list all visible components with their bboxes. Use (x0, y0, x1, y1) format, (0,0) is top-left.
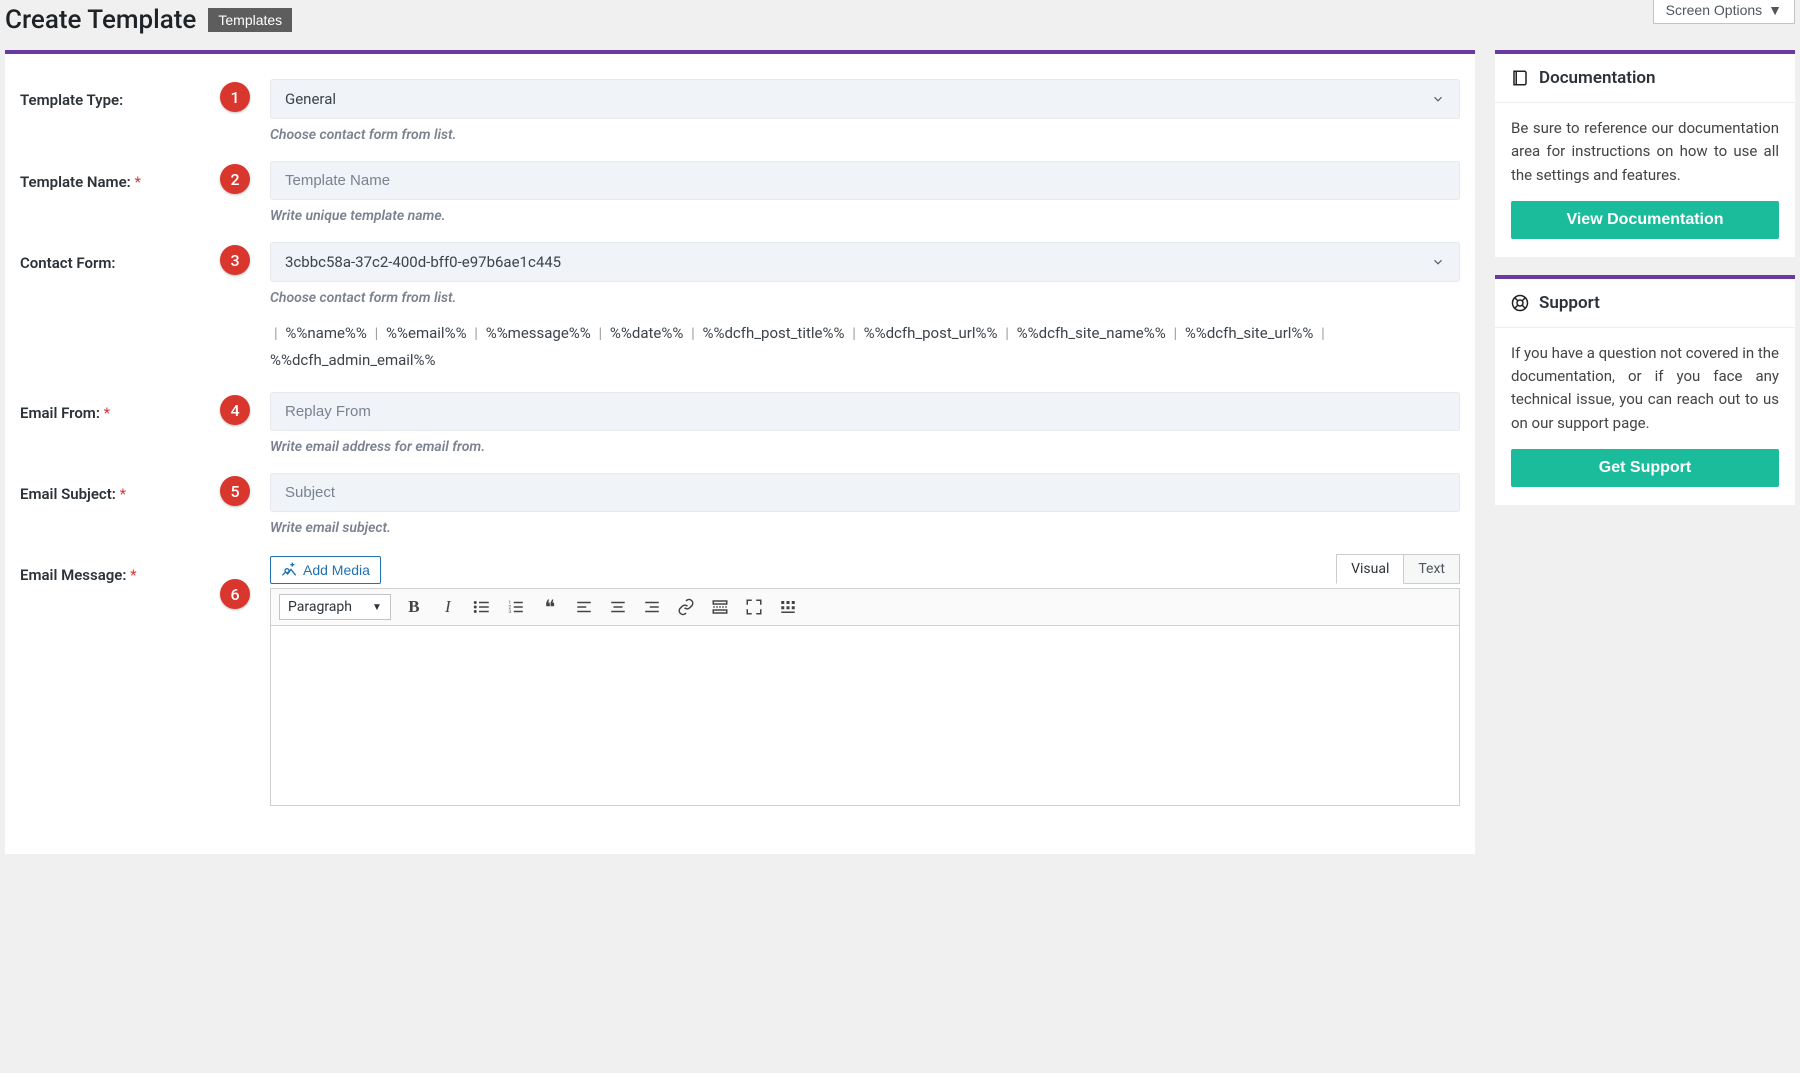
row-contact-form: Contact Form: 3 3cbbc58a-37c2-400d-bff0-… (20, 242, 1460, 374)
required-marker: * (130, 566, 136, 584)
svg-text:3: 3 (508, 609, 511, 615)
book-icon (1511, 69, 1529, 87)
badge-2: 2 (220, 164, 250, 194)
read-more-button[interactable] (709, 596, 731, 618)
support-text: If you have a question not covered in th… (1511, 342, 1779, 435)
merge-token: %%dcfh_site_name%% (1017, 324, 1166, 342)
merge-token: %%dcfh_post_title%% (703, 324, 845, 342)
hint-email-from: Write email address for email from. (270, 439, 1460, 455)
paragraph-select[interactable]: Paragraph ▼ (279, 594, 391, 620)
support-box: Support If you have a question not cover… (1495, 275, 1795, 505)
chevron-down-icon (1431, 255, 1445, 269)
merge-token: %%email%% (386, 324, 467, 342)
merge-token: %%message%% (486, 324, 591, 342)
label-contact-form: Contact Form: (20, 242, 200, 374)
bold-button[interactable]: B (403, 596, 425, 618)
get-support-button[interactable]: Get Support (1511, 449, 1779, 487)
badge-4: 4 (220, 395, 250, 425)
hint-contact-form: Choose contact form from list. (270, 290, 1460, 306)
numbered-list-button[interactable]: 123 (505, 596, 527, 618)
email-subject-input[interactable] (285, 484, 1445, 501)
lifebuoy-icon (1511, 294, 1529, 312)
editor-toolbar: Paragraph ▼ B I 123 ❝ (270, 588, 1460, 626)
editor-tab-visual[interactable]: Visual (1336, 554, 1404, 584)
blockquote-button[interactable]: ❝ (539, 596, 561, 618)
row-email-from: Email From: * 4 Write email address for … (20, 392, 1460, 455)
label-email-from: Email From: (20, 404, 100, 422)
documentation-text: Be sure to reference our documentation a… (1511, 117, 1779, 187)
hint-template-type: Choose contact form from list. (270, 127, 1460, 143)
merge-token: %%dcfh_admin_email%% (270, 351, 436, 369)
template-type-value: General (285, 90, 336, 108)
page-header: Create Template Templates Screen Options… (5, 0, 1795, 50)
badge-3: 3 (220, 245, 250, 275)
editor-content-area[interactable] (270, 626, 1460, 806)
align-left-button[interactable] (573, 596, 595, 618)
editor-tab-text[interactable]: Text (1404, 554, 1460, 584)
label-email-message: Email Message: (20, 566, 126, 584)
template-name-input[interactable] (285, 172, 1445, 189)
screen-options-label: Screen Options (1666, 2, 1763, 18)
add-media-label: Add Media (303, 562, 370, 578)
template-type-select[interactable]: General (270, 79, 1460, 119)
label-template-name: Template Name: (20, 173, 131, 191)
row-template-type: Template Type: 1 General Choose contact … (20, 79, 1460, 143)
required-marker: * (134, 173, 140, 191)
add-media-button[interactable]: Add Media (270, 556, 381, 584)
view-documentation-button[interactable]: View Documentation (1511, 201, 1779, 239)
badge-1: 1 (220, 82, 250, 112)
chevron-down-icon (1431, 92, 1445, 106)
badge-6: 6 (220, 579, 250, 609)
required-marker: * (104, 404, 110, 422)
contact-form-value: 3cbbc58a-37c2-400d-bff0-e97b6ae1c445 (285, 253, 561, 271)
italic-button[interactable]: I (437, 596, 459, 618)
row-email-message: Email Message: * 6 Add Media Visual (20, 554, 1460, 806)
merge-token: %%dcfh_post_url%% (864, 324, 998, 342)
merge-token: %%dcfh_site_url%% (1185, 324, 1314, 342)
templates-button[interactable]: Templates (208, 8, 292, 32)
page-title: Create Template (5, 5, 196, 35)
support-title: Support (1539, 293, 1600, 313)
screen-options-button[interactable]: Screen Options ▼ (1653, 0, 1795, 24)
merge-token: %%date%% (610, 324, 683, 342)
media-icon (281, 562, 297, 578)
documentation-title: Documentation (1539, 68, 1656, 88)
label-template-type: Template Type: (20, 79, 200, 143)
email-from-input[interactable] (285, 403, 1445, 420)
link-button[interactable] (675, 596, 697, 618)
paragraph-value: Paragraph (288, 599, 352, 615)
main-form-panel: Template Type: 1 General Choose contact … (5, 50, 1475, 854)
badge-5: 5 (220, 476, 250, 506)
fullscreen-button[interactable] (743, 596, 765, 618)
label-email-subject: Email Subject: (20, 485, 116, 503)
row-template-name: Template Name: * 2 Write unique template… (20, 161, 1460, 224)
documentation-box: Documentation Be sure to reference our d… (1495, 50, 1795, 257)
hint-email-subject: Write email subject. (270, 520, 1460, 536)
chevron-down-icon: ▼ (1768, 2, 1782, 18)
chevron-down-icon: ▼ (372, 602, 382, 613)
hint-template-name: Write unique template name. (270, 208, 1460, 224)
toolbar-toggle-button[interactable] (777, 596, 799, 618)
row-email-subject: Email Subject: * 5 Write email subject. (20, 473, 1460, 536)
contact-form-select[interactable]: 3cbbc58a-37c2-400d-bff0-e97b6ae1c445 (270, 242, 1460, 282)
align-right-button[interactable] (641, 596, 663, 618)
bullet-list-button[interactable] (471, 596, 493, 618)
align-center-button[interactable] (607, 596, 629, 618)
merge-token: %%name%% (285, 324, 367, 342)
merge-tokens: | %%name%% | %%email%% | %%message%% | %… (270, 320, 1460, 374)
required-marker: * (120, 485, 126, 503)
